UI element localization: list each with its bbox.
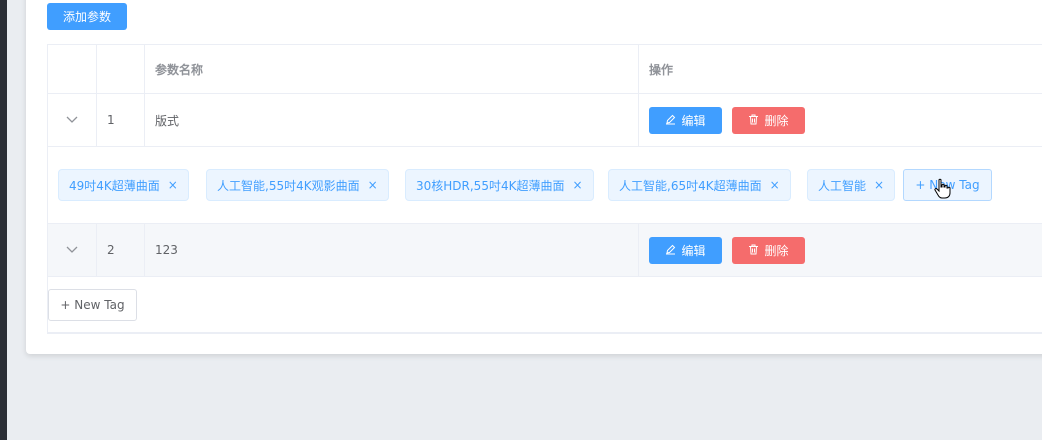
tag-label: 30核HDR,55吋4K超薄曲面 [416,178,565,193]
param-tag[interactable]: 人工智能,55吋4K观影曲面 × [206,169,389,201]
tag-label: 人工智能,55吋4K观影曲面 [217,178,360,193]
edit-icon [665,244,676,258]
tag-label: 人工智能 [818,178,867,193]
header-expand-cell [48,45,96,93]
table-row: 2 123 编辑 删除 [48,224,1042,277]
close-icon[interactable]: × [168,178,178,192]
edit-button[interactable]: 编辑 [649,237,722,264]
param-tag[interactable]: 人工智能 × [807,169,896,201]
close-icon[interactable]: × [572,178,582,192]
chevron-down-icon[interactable] [48,94,96,146]
header-index-cell [96,45,144,93]
row-expanded-panel: + New Tag [48,277,1042,333]
row-ops: 编辑 删除 [638,224,1042,276]
delete-button[interactable]: 删除 [732,107,805,134]
header-name-cell: 参数名称 [144,45,638,93]
param-tag[interactable]: 49吋4K超薄曲面 × [58,169,189,201]
delete-label: 删除 [764,244,789,258]
add-param-button[interactable]: 添加参数 [47,3,127,30]
new-tag-button[interactable]: + New Tag [48,289,137,321]
delete-label: 删除 [764,114,789,128]
row-index: 1 [96,94,144,146]
trash-icon [748,114,759,128]
edit-label: 编辑 [681,114,706,128]
trash-icon [748,244,759,258]
hand-pointer-cursor-icon [934,178,951,199]
chevron-down-icon[interactable] [48,224,96,276]
close-icon[interactable]: × [770,178,780,192]
row-index: 2 [96,224,144,276]
close-icon[interactable]: × [368,178,378,192]
tag-label: 49吋4K超薄曲面 [69,178,160,193]
left-sidebar-edge [0,0,7,440]
close-icon[interactable]: × [874,178,884,192]
param-tag[interactable]: 人工智能,65吋4K超薄曲面 × [608,169,791,201]
table-row: 1 版式 编辑 删除 [48,94,1042,147]
params-table: 参数名称 操作 1 版式 编辑 删除 49吋4K超薄曲面 × 人工智能,55吋4… [47,44,1042,334]
edit-icon [665,114,676,128]
param-tag[interactable]: 30核HDR,55吋4K超薄曲面 × [405,169,594,201]
table-header-row: 参数名称 操作 [48,45,1042,94]
edit-label: 编辑 [681,244,706,258]
row-name: 版式 [144,94,638,146]
edit-button[interactable]: 编辑 [649,107,722,134]
tag-label: 人工智能,65吋4K超薄曲面 [619,178,762,193]
row-name: 123 [144,224,638,276]
header-ops-cell: 操作 [638,45,1042,93]
delete-button[interactable]: 删除 [732,237,805,264]
row-expanded-panel: 49吋4K超薄曲面 × 人工智能,55吋4K观影曲面 × 30核HDR,55吋4… [48,147,1042,224]
row-ops: 编辑 删除 [638,94,1042,146]
